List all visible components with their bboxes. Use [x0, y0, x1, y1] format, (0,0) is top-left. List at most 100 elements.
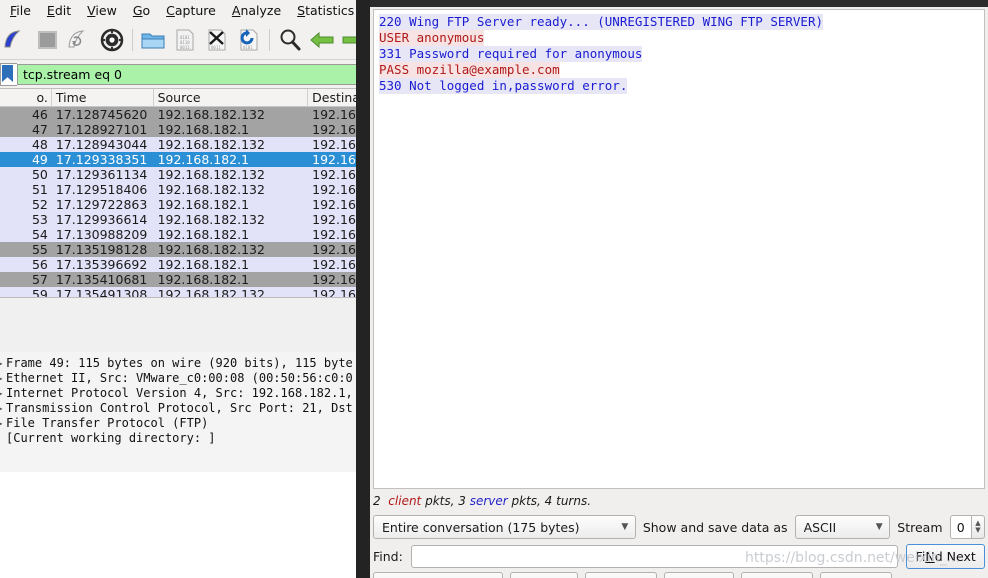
- packet-cell-source: 192.168.182.132: [157, 137, 265, 152]
- packet-cell-time: 17.129518406: [55, 182, 148, 197]
- menu-item-capture[interactable]: Capture: [158, 1, 224, 20]
- save-file-icon[interactable]: 0101 0110 0011: [170, 25, 200, 55]
- packet-detail-text: Frame 49: 115 bytes on wire (920 bits), …: [6, 356, 353, 370]
- restart-capture-icon[interactable]: [65, 25, 95, 55]
- column-header-time[interactable]: Time: [52, 89, 154, 106]
- packet-cell-no: 55: [31, 242, 48, 257]
- packet-list-row[interactable]: 53 17.129936614 192.168.182.132 192.168: [0, 212, 369, 227]
- packet-list-row[interactable]: 46 17.128745620 192.168.182.132 192.168: [0, 107, 369, 122]
- packet-cell-time: 17.128927101: [55, 122, 148, 137]
- packet-cell-time: 17.128943044: [55, 137, 148, 152]
- menu-bar: File Edit View Go Capture Analyze Statis…: [0, 0, 370, 20]
- filter-out-button[interactable]: [510, 572, 578, 578]
- packet-list-row[interactable]: 55 17.135198128 192.168.182.132 192.168: [0, 242, 369, 257]
- packet-detail-text: Ethernet II, Src: VMware_c0:00:08 (00:50…: [6, 371, 353, 385]
- find-input[interactable]: [410, 544, 899, 568]
- menu-item-view[interactable]: View: [79, 1, 125, 20]
- packet-cell-source: 192.168.182.132: [157, 287, 265, 298]
- packet-detail-row[interactable]: [Current working directory: ]: [0, 431, 370, 446]
- conversation-selector[interactable]: Entire conversation (175 bytes) ▼: [373, 515, 636, 539]
- find-next-accel: N: [925, 548, 935, 564]
- chevron-down-icon: ▼: [621, 522, 629, 532]
- menu-item-file[interactable]: File: [2, 1, 39, 20]
- stream-label: Stream: [897, 519, 943, 535]
- server-pkt-count: 3: [458, 494, 466, 508]
- svg-text:0101: 0101: [243, 45, 253, 50]
- packet-cell-time: 17.135396692: [55, 257, 148, 272]
- find-packet-icon[interactable]: [275, 25, 305, 55]
- packet-cell-no: 46: [31, 107, 48, 122]
- packet-detail-text: File Transfer Protocol (FTP): [6, 416, 209, 430]
- packet-list-row[interactable]: 57 17.135410681 192.168.182.1 192.168: [0, 272, 369, 287]
- close-file-icon[interactable]: 0011: [202, 25, 232, 55]
- stream-number-stepper[interactable]: ▲ ▼: [970, 515, 985, 539]
- packet-cell-no: 56: [31, 257, 48, 272]
- menu-item-analyze[interactable]: Analyze: [224, 1, 289, 20]
- client-pkt-count: 2: [373, 494, 381, 508]
- main-toolbar: 0101 0110 0011 0011 0101: [0, 20, 370, 60]
- stream-content-textarea[interactable]: 220 Wing FTP Server ready... (UNREGISTER…: [373, 9, 985, 489]
- packet-detail-text: Internet Protocol Version 4, Src: 192.16…: [6, 386, 353, 400]
- column-header-no[interactable]: o.: [0, 89, 52, 106]
- packet-list-pane[interactable]: o. Time Source Destinat 46 17.128745620 19…: [0, 88, 370, 298]
- data-format-selector[interactable]: ASCII ▼: [794, 515, 891, 539]
- packet-detail-row[interactable]: ▸ Frame 49: 115 bytes on wire (920 bits),…: [0, 356, 370, 371]
- filter-bookmark-icon[interactable]: [0, 63, 17, 86]
- print-button[interactable]: [585, 572, 657, 578]
- menu-item-statistics[interactable]: Statistics: [289, 1, 362, 20]
- packet-cell-no: 51: [31, 182, 48, 197]
- packet-detail-row[interactable]: ▸ Ethernet II, Src: VMware_c0:00:08 (00:5…: [0, 371, 370, 386]
- packet-list-body: 46 17.128745620 192.168.182.132 192.168 47 17…: [0, 107, 369, 298]
- packet-list-row[interactable]: 49 17.129338351 192.168.182.1 192.168: [0, 152, 369, 167]
- find-next-button[interactable]: Fi Nd Next: [906, 543, 985, 569]
- dialog-edge-shadow: [356, 0, 370, 578]
- packet-detail-pane[interactable]: ▸ Frame 49: 115 bytes on wire (920 bits),…: [0, 352, 370, 472]
- help-button[interactable]: [373, 572, 503, 578]
- svg-text:0011: 0011: [211, 45, 221, 50]
- open-file-icon[interactable]: [138, 25, 168, 55]
- back-button[interactable]: [741, 572, 813, 578]
- wireshark-main-window: File Edit View Go Capture Analyze Statis…: [0, 0, 370, 578]
- packet-cell-time: 17.129936614: [55, 212, 148, 227]
- chevron-down-icon: ▼: [875, 522, 883, 532]
- go-back-icon[interactable]: [307, 25, 337, 55]
- dialog-button-row: [373, 572, 985, 578]
- follow-tcp-stream-dialog: 220 Wing FTP Server ready... (UNREGISTER…: [370, 0, 988, 578]
- stop-capture-icon[interactable]: [33, 25, 63, 55]
- packet-list-row[interactable]: 56 17.135396692 192.168.182.1 192.168: [0, 257, 369, 272]
- packet-cell-source: 192.168.182.1: [157, 227, 250, 242]
- packet-detail-text: [Current working directory: ]: [6, 431, 216, 445]
- column-header-source[interactable]: Source: [154, 89, 309, 106]
- packet-cell-time: 17.129722863: [55, 197, 148, 212]
- stream-line-client: PASS mozilla@example.com: [379, 62, 560, 78]
- packet-list-row[interactable]: 50 17.129361134 192.168.182.132 192.168: [0, 167, 369, 182]
- reload-file-icon[interactable]: 0101: [234, 25, 264, 55]
- packet-list-row[interactable]: 48 17.128943044 192.168.182.132 192.168: [0, 137, 369, 152]
- packet-list-row[interactable]: 47 17.128927101 192.168.182.1 192.168: [0, 122, 369, 137]
- packet-cell-no: 48: [31, 137, 48, 152]
- save-as-button[interactable]: [664, 572, 734, 578]
- packet-cell-source: 192.168.182.132: [157, 107, 265, 122]
- packet-cell-source: 192.168.182.132: [157, 167, 265, 182]
- packet-cell-no: 52: [31, 197, 48, 212]
- menu-item-edit[interactable]: Edit: [39, 1, 79, 20]
- packet-detail-row[interactable]: ▸ File Transfer Protocol (FTP): [0, 416, 370, 431]
- chevron-down-icon[interactable]: ▼: [975, 527, 980, 534]
- packet-list-row[interactable]: 52 17.129722863 192.168.182.1 192.168: [0, 197, 369, 212]
- packet-list-row[interactable]: 51 17.129518406 192.168.182.132 192.168: [0, 182, 369, 197]
- menu-item-go[interactable]: Go: [125, 1, 158, 20]
- data-format-selector-label: ASCII: [803, 519, 837, 535]
- stream-line-server: 220 Wing FTP Server ready... (UNREGISTER…: [379, 14, 824, 30]
- stream-number-input[interactable]: 0: [949, 515, 971, 539]
- packet-detail-row[interactable]: ▸ Transmission Control Protocol, Src Port…: [0, 401, 370, 416]
- dialog-title-bar: [370, 0, 988, 7]
- start-capture-icon[interactable]: [1, 25, 31, 55]
- close-button[interactable]: [820, 572, 892, 578]
- packet-cell-no: 59: [31, 287, 48, 298]
- packet-detail-row[interactable]: ▸ Internet Protocol Version 4, Src: 192.1…: [0, 386, 370, 401]
- capture-options-icon[interactable]: [97, 25, 127, 55]
- display-filter-input[interactable]: tcp.stream eq 0: [17, 64, 370, 85]
- packet-cell-no: 47: [31, 122, 48, 137]
- packet-list-row[interactable]: 59 17.135491308 192.168.182.132 192.168: [0, 287, 369, 298]
- packet-list-row[interactable]: 54 17.130988209 192.168.182.1 192.168: [0, 227, 369, 242]
